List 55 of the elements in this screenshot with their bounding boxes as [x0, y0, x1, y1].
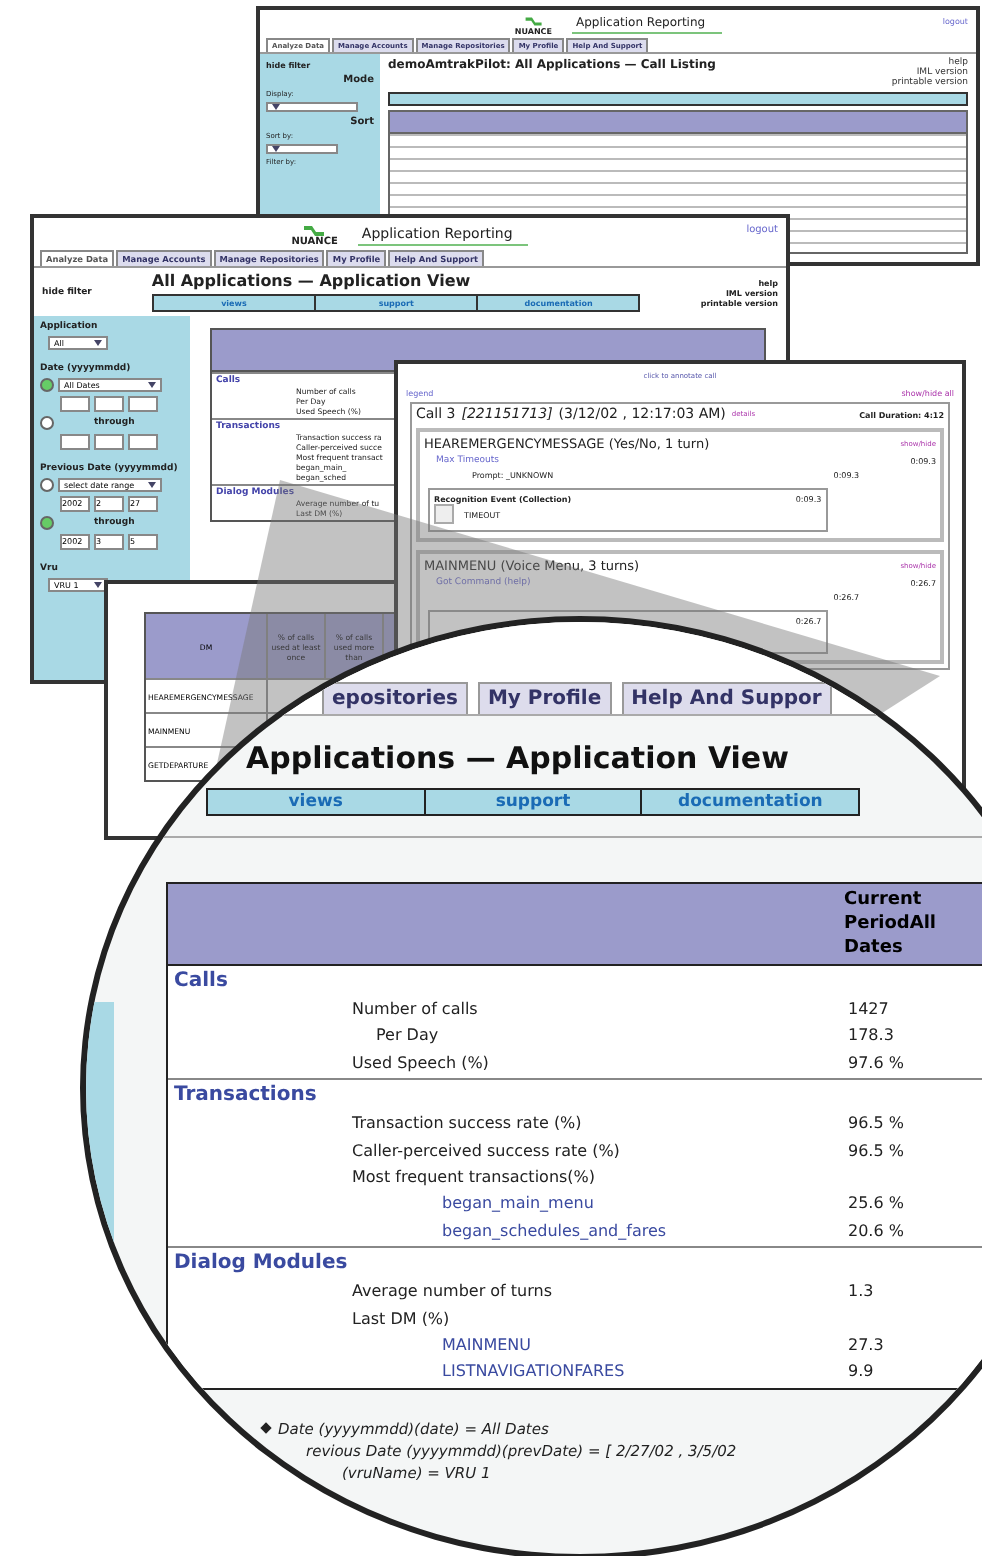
page-heading: All Applications — Application View: [151, 272, 471, 290]
metric-label: Transaction success rate (%): [352, 1114, 582, 1133]
metric-value: 20.6 %: [848, 1219, 904, 1244]
metric-value: 1427: [848, 998, 889, 1022]
metric-label: Caller-perceived success rate (%): [352, 1141, 620, 1160]
metric-value: 27.3: [848, 1334, 884, 1359]
dropdown[interactable]: [266, 143, 338, 154]
date-field[interactable]: [94, 434, 124, 450]
metric-label: Number of calls: [352, 1000, 478, 1018]
metric-value: 97.6 %: [848, 1051, 904, 1076]
nav-link[interactable]: documentation: [642, 790, 859, 814]
metric-label: Last DM (%): [352, 1309, 450, 1328]
timeout-icon: [434, 504, 454, 524]
nav-link[interactable]: views: [208, 790, 426, 814]
metric-label: Most frequent transactions(%): [352, 1168, 596, 1187]
metric-label: Average number of turns: [352, 1282, 553, 1301]
date-field[interactable]: [60, 396, 90, 412]
caret-icon: [272, 145, 280, 152]
section-title: Dialog Modules: [174, 1250, 348, 1279]
caret-icon: [148, 382, 156, 388]
caret-icon: [272, 103, 280, 110]
tab[interactable]: Help And Suppor: [621, 682, 832, 714]
metric-value: 9.9: [848, 1360, 874, 1385]
logo-icon: [523, 16, 543, 28]
transaction-link[interactable]: began_main_menu: [442, 1194, 594, 1213]
transaction-link[interactable]: LISTNAVIGATIONFARES: [442, 1362, 625, 1381]
metric-value: 1.3: [848, 1280, 874, 1305]
metric-label: Per Day: [376, 1026, 439, 1045]
section-title: Calls: [174, 968, 228, 996]
radio-button[interactable]: [40, 478, 54, 492]
section-title: Transactions: [174, 1082, 317, 1111]
date-field[interactable]: [60, 434, 90, 450]
metric-label: Used Speech (%): [352, 1053, 489, 1072]
metric-value: 96.5 %: [848, 1112, 904, 1137]
transaction-link[interactable]: began_schedules_and_fares: [442, 1221, 667, 1240]
radio-button[interactable]: [40, 378, 54, 392]
dropdown[interactable]: [266, 101, 358, 112]
metric-value: 178.3: [848, 1024, 894, 1049]
date-field[interactable]: [128, 434, 158, 450]
transaction-link[interactable]: MAINMENU: [442, 1336, 532, 1355]
bullet-icon: [260, 1423, 272, 1435]
date-field[interactable]: [128, 396, 158, 412]
date-field[interactable]: [94, 396, 124, 412]
column-header: Current PeriodAll Dates: [844, 888, 938, 960]
tab[interactable]: epositories: [322, 682, 468, 714]
logo-icon: [302, 224, 327, 238]
nav-link[interactable]: support: [425, 790, 643, 814]
metric-value: 25.6 %: [848, 1192, 904, 1217]
radio-button[interactable]: [40, 416, 54, 430]
caret-icon: [148, 482, 156, 488]
caret-icon: [94, 340, 102, 346]
tab[interactable]: My Profile: [477, 682, 612, 714]
radio-button[interactable]: [40, 516, 54, 530]
metric-value: 96.5 %: [848, 1139, 904, 1164]
page-heading: Applications — Application View: [246, 740, 789, 776]
